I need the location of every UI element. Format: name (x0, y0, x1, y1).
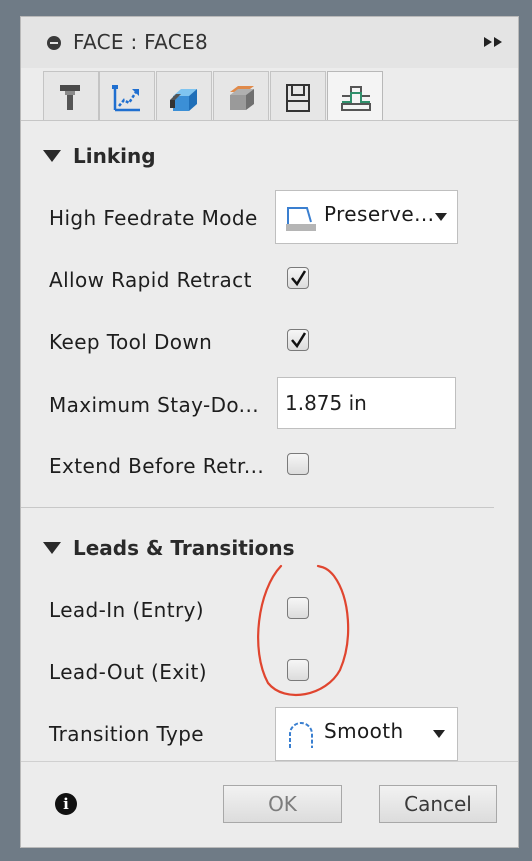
chevron-down-icon (433, 730, 445, 738)
tab-heights[interactable] (156, 71, 212, 121)
title-bar[interactable]: FACE : FACE8 (21, 17, 518, 68)
section-divider (21, 507, 494, 508)
passes-icon (230, 86, 254, 110)
keep-tool-down-checkbox[interactable] (287, 329, 309, 351)
tab-linking[interactable] (327, 71, 383, 121)
heights-icon (170, 89, 197, 111)
checkmark-icon (291, 332, 307, 349)
lead-in-label: Lead-In (Entry) (49, 598, 205, 622)
ok-button[interactable]: OK (223, 785, 342, 823)
tab-divider (21, 120, 518, 121)
high-feedrate-mode-label: High Feedrate Mode (49, 206, 258, 230)
high-feedrate-mode-value: Preserve... (324, 202, 435, 226)
leads-section-header[interactable]: Leads & Transitions (43, 536, 295, 560)
extend-before-retract-checkbox[interactable] (287, 453, 309, 475)
stock-icon (286, 84, 310, 112)
transition-type-label: Transition Type (49, 722, 205, 746)
checkmark-icon (291, 270, 307, 287)
tab-tool[interactable] (43, 71, 99, 121)
leads-heading: Leads & Transitions (73, 536, 295, 560)
linking-section-header[interactable]: Linking (43, 144, 156, 168)
linking-heading: Linking (73, 144, 156, 168)
transition-type-value: Smooth (324, 719, 404, 743)
allow-rapid-retract-label: Allow Rapid Retract (49, 268, 252, 292)
linking-icon (341, 86, 371, 111)
preserve-feedrate-icon (286, 207, 316, 231)
maximum-stay-down-input[interactable] (285, 391, 445, 415)
tab-passes[interactable] (213, 71, 269, 121)
geometry-icon (112, 85, 140, 112)
collapse-dot-icon[interactable] (47, 36, 61, 50)
lead-out-label: Lead-Out (Exit) (49, 660, 207, 684)
lead-in-checkbox[interactable] (287, 597, 309, 619)
face-dialog: FACE : FACE8 Linking High Feedrate Mode … (20, 16, 519, 848)
collapse-triangle-icon[interactable] (43, 149, 61, 162)
dialog-title: FACE : FACE8 (73, 30, 208, 54)
chevron-down-icon (435, 213, 447, 221)
cancel-button[interactable]: Cancel (379, 785, 497, 823)
expand-panel-icon[interactable] (482, 34, 506, 50)
tab-geometry[interactable] (99, 71, 155, 121)
tool-icon (60, 85, 80, 110)
transition-type-dropdown[interactable]: Smooth (275, 707, 458, 761)
footer-divider (21, 761, 518, 762)
info-icon[interactable]: i (55, 793, 77, 815)
high-feedrate-mode-dropdown[interactable]: Preserve... (275, 190, 458, 244)
smooth-transition-icon (289, 722, 313, 748)
maximum-stay-down-field[interactable] (277, 377, 456, 429)
lead-out-checkbox[interactable] (287, 659, 309, 681)
keep-tool-down-label: Keep Tool Down (49, 330, 213, 354)
extend-before-retract-label: Extend Before Retr... (49, 454, 265, 478)
tab-strip (43, 69, 503, 121)
tab-stock[interactable] (270, 71, 326, 121)
maximum-stay-down-label: Maximum Stay-Do... (49, 393, 259, 417)
collapse-triangle-icon[interactable] (43, 541, 61, 554)
allow-rapid-retract-checkbox[interactable] (287, 267, 309, 289)
